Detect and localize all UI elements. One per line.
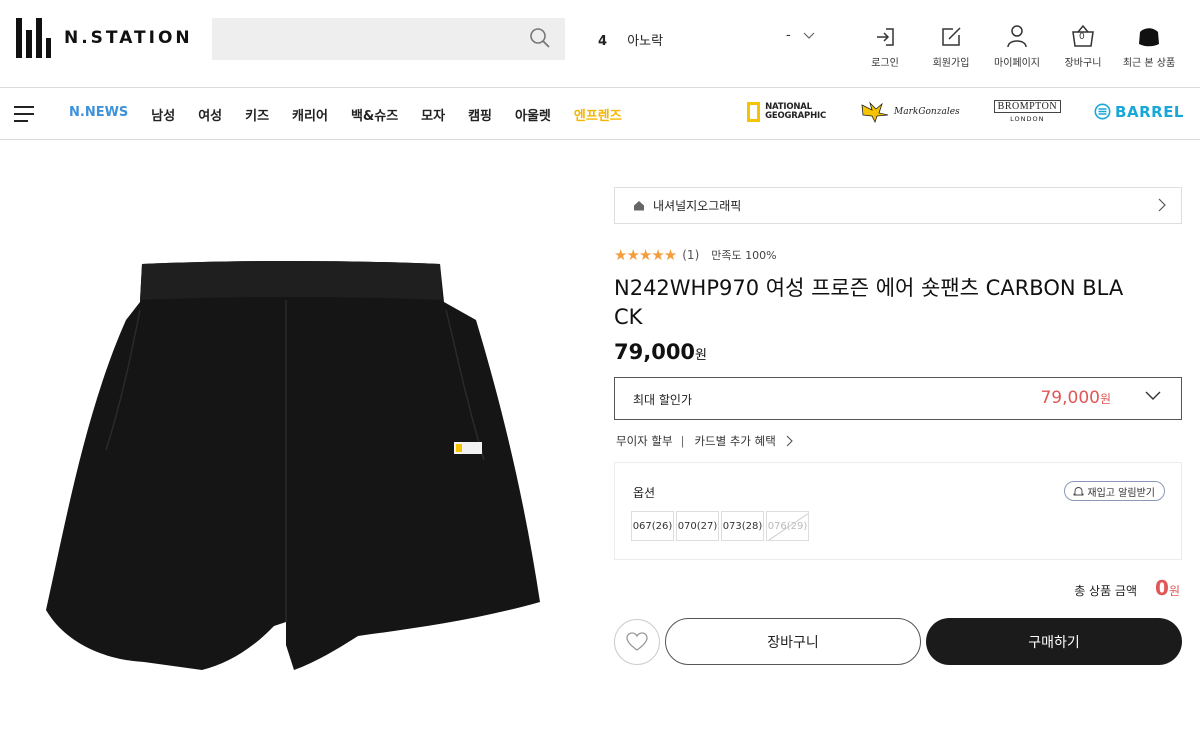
size-options: 067(26) 070(27) 073(28) 076(29) xyxy=(631,511,809,541)
option-panel: 옵션 재입고 알림받기 067(26) 070(27) 073(28) 076(… xyxy=(614,462,1182,560)
trending-keyword[interactable]: 4 아노락 xyxy=(598,30,663,49)
trending-dropdown[interactable]: - xyxy=(786,28,815,43)
search-bar[interactable] xyxy=(212,18,565,60)
heart-icon xyxy=(626,632,648,651)
nav-item-women[interactable]: 여성 xyxy=(198,105,222,124)
brand-ng-line2: GEOGRAPHIC xyxy=(765,110,826,121)
main-navigation: N.NEWS 남성 여성 키즈 캐리어 백&슈즈 모자 캠핑 아울렛 엔프렌즈 … xyxy=(0,88,1200,140)
size-option-067[interactable]: 067(26) xyxy=(631,511,674,541)
add-to-cart-button[interactable]: 장바구니 xyxy=(665,618,921,665)
signup-icon xyxy=(920,22,982,48)
total-amount: 0 xyxy=(1155,576,1169,600)
installment-label: 무이자 할부 xyxy=(616,434,673,448)
chevron-right-icon xyxy=(786,435,793,447)
product-image[interactable] xyxy=(36,250,551,680)
nav-item-outlet[interactable]: 아울렛 xyxy=(515,105,551,124)
brand-brompton-sub: LONDON xyxy=(1010,115,1045,123)
max-discount-value: 79,000원 xyxy=(1040,388,1111,408)
logo-mark-icon xyxy=(16,18,51,58)
star-rating-icon: ★★★★★ xyxy=(614,246,677,264)
total-price: 총 상품 금액 0원 xyxy=(1074,576,1180,600)
chevron-down-icon xyxy=(1145,391,1161,400)
util-signup-label: 회원가입 xyxy=(932,58,970,69)
size-option-073[interactable]: 073(28) xyxy=(721,511,764,541)
util-mypage-label: 마이페이지 xyxy=(994,58,1040,69)
hamburger-menu-icon[interactable] xyxy=(14,106,34,122)
nav-item-men[interactable]: 남성 xyxy=(151,105,175,124)
search-input[interactable] xyxy=(212,18,512,60)
max-discount-label: 최대 할인가 xyxy=(633,393,693,407)
login-icon xyxy=(854,22,916,48)
util-cart[interactable]: 0 장바구니 xyxy=(1052,22,1114,69)
national-geographic-logo-icon xyxy=(747,101,761,122)
buy-now-button[interactable]: 구매하기 xyxy=(926,618,1182,665)
util-mypage[interactable]: 마이페이지 xyxy=(986,22,1048,69)
total-unit: 원 xyxy=(1168,584,1180,598)
brand-breadcrumb[interactable]: 내셔널지오그래픽 xyxy=(614,187,1182,224)
util-login[interactable]: 로그인 xyxy=(854,22,916,69)
trending-rank: 4 xyxy=(598,34,608,49)
product-title: N242WHP970 여성 프로즌 에어 숏팬츠 CARBON BLACK xyxy=(614,276,1124,329)
card-benefit-label: 카드별 추가 혜택 xyxy=(694,434,776,448)
satisfaction-rate: 만족도 100% xyxy=(711,249,777,262)
breadcrumb-brand-label: 내셔널지오그래픽 xyxy=(653,199,742,213)
brand-mg-text: MarkGonzales xyxy=(893,106,960,117)
util-signup[interactable]: 회원가입 xyxy=(920,22,982,69)
logo-text: N.STATION xyxy=(64,28,193,48)
util-recent[interactable]: 최근 본 상품 xyxy=(1118,22,1180,69)
review-count: (1) xyxy=(682,248,700,262)
option-label: 옵션 xyxy=(633,486,656,500)
brand-barrel-text: BARREL xyxy=(1115,102,1184,121)
nav-item-hats[interactable]: 모자 xyxy=(421,105,445,124)
brand-brompton[interactable]: BROMPTON LONDON xyxy=(993,100,1062,123)
util-recent-label: 최근 본 상품 xyxy=(1122,58,1176,69)
top-header: N.STATION 4 아노락 - 로그인 회원가입 마이페이지 0 장바구니 … xyxy=(0,0,1200,88)
barrel-logo-icon xyxy=(1094,103,1111,120)
user-icon xyxy=(986,22,1048,48)
utility-menu: 로그인 회원가입 마이페이지 0 장바구니 최근 본 상품 xyxy=(850,22,1180,69)
nav-item-camping[interactable]: 캠핑 xyxy=(468,105,492,124)
angel-logo-icon xyxy=(861,101,889,123)
bell-icon xyxy=(1073,486,1084,495)
recent-view-icon xyxy=(1118,22,1180,48)
nav-item-carrier[interactable]: 캐리어 xyxy=(292,105,328,124)
search-icon[interactable] xyxy=(529,27,551,53)
brand-national-geographic[interactable]: NATIONAL GEOGRAPHIC xyxy=(747,101,826,122)
home-icon xyxy=(634,201,644,211)
max-discount-dropdown[interactable]: 최대 할인가 79,000원 xyxy=(614,377,1182,420)
cart-icon: 0 xyxy=(1052,22,1114,48)
size-option-076-soldout: 076(29) xyxy=(766,511,809,541)
chevron-down-icon xyxy=(803,32,815,39)
wishlist-button[interactable] xyxy=(614,619,660,665)
rating-summary[interactable]: ★★★★★ (1) 만족도 100% xyxy=(614,246,777,264)
trending-text: 아노락 xyxy=(627,34,664,49)
max-discount-amount: 79,000 xyxy=(1040,388,1100,408)
trending-dropdown-label: - xyxy=(786,28,791,43)
chevron-right-icon xyxy=(1158,198,1166,212)
brand-brompton-text: BROMPTON xyxy=(993,100,1062,113)
total-price-value: 0원 xyxy=(1155,576,1180,600)
category-menu: N.NEWS 남성 여성 키즈 캐리어 백&슈즈 모자 캠핑 아울렛 엔프렌즈 xyxy=(69,105,645,124)
brand-links: NATIONAL GEOGRAPHIC MarkGonzales BROMPTON… xyxy=(747,100,1184,123)
restock-alert-button[interactable]: 재입고 알림받기 xyxy=(1064,481,1165,501)
nav-item-nfriends[interactable]: 엔프렌즈 xyxy=(574,105,622,124)
payment-benefits[interactable]: 무이자 할부 | 카드별 추가 혜택 xyxy=(616,433,796,449)
total-price-label: 총 상품 금액 xyxy=(1074,584,1138,598)
nav-item-news[interactable]: N.NEWS xyxy=(69,105,128,124)
util-cart-label: 장바구니 xyxy=(1064,58,1102,69)
size-option-070[interactable]: 070(27) xyxy=(676,511,719,541)
restock-alert-label: 재입고 알림받기 xyxy=(1087,487,1155,499)
cart-count-badge: 0 xyxy=(1079,32,1085,42)
site-logo[interactable]: N.STATION xyxy=(16,18,193,58)
max-discount-unit: 원 xyxy=(1099,392,1111,406)
price-unit: 원 xyxy=(695,348,708,363)
brand-barrel[interactable]: BARREL xyxy=(1094,103,1184,121)
product-price: 79,000원 xyxy=(614,340,707,364)
price-value: 79,000 xyxy=(614,340,696,364)
util-login-label: 로그인 xyxy=(871,58,899,69)
nav-item-kids[interactable]: 키즈 xyxy=(245,105,269,124)
nav-item-bags-shoes[interactable]: 백&슈즈 xyxy=(351,105,398,124)
brand-mark-gonzales[interactable]: MarkGonzales xyxy=(860,101,960,123)
